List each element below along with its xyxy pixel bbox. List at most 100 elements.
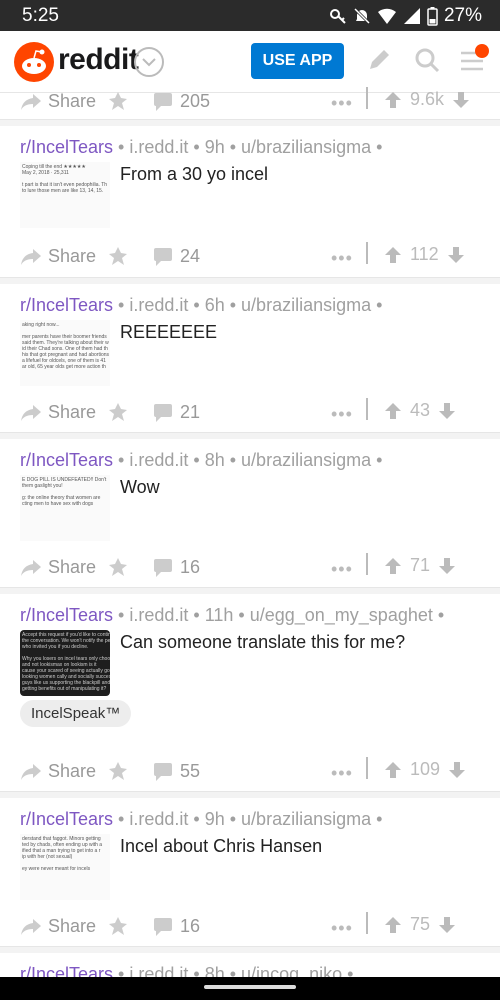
post-title[interactable]: From a 30 yo incel	[120, 164, 268, 185]
upvote-icon[interactable]	[384, 402, 402, 420]
share-label: Share	[48, 91, 97, 111]
post-title[interactable]: Can someone translate this for me?	[120, 632, 405, 653]
post-card[interactable]: r/IncelTears • i.redd.it • 11h • u/egg_o…	[0, 594, 500, 792]
divider	[366, 87, 368, 109]
downvote-icon[interactable]	[452, 91, 470, 109]
award-button[interactable]	[108, 246, 128, 266]
upvote-icon[interactable]	[384, 91, 402, 109]
divider	[366, 912, 368, 934]
vpn-key-icon	[329, 9, 346, 24]
comments-button[interactable]: 16	[152, 557, 200, 578]
search-icon[interactable]	[414, 47, 440, 73]
comments-button[interactable]: 24	[152, 246, 200, 267]
post-thumbnail[interactable]: derstand that faggot. Minors getting ted…	[20, 834, 110, 900]
comment-icon	[154, 92, 172, 111]
award-button[interactable]	[108, 761, 128, 781]
notification-dot	[475, 44, 489, 58]
post-domain[interactable]: i.redd.it	[129, 450, 188, 470]
comment-count: 24	[180, 246, 201, 266]
comments-button[interactable]: 205	[152, 91, 210, 112]
pencil-icon[interactable]	[366, 47, 392, 73]
reddit-wordmark[interactable]: reddit	[58, 43, 139, 77]
action-row: Share 24 ••• 112	[0, 242, 500, 274]
award-button[interactable]	[108, 557, 128, 577]
vote-control: 112	[384, 244, 465, 265]
post-author[interactable]: u/braziliansigma	[241, 137, 371, 157]
post-age: 9h	[204, 137, 225, 157]
subreddit-link[interactable]: r/IncelTears	[20, 809, 113, 829]
post-thumbnail[interactable]: E DOG PILL IS UNDEFEATED!! Don't them ga…	[20, 475, 110, 541]
award-icon	[109, 92, 127, 110]
post-card[interactable]: r/IncelTears • i.redd.it • 9h • u/brazil…	[0, 126, 500, 278]
share-button[interactable]: Share	[20, 916, 96, 937]
downvote-icon[interactable]	[438, 916, 456, 934]
more-icon[interactable]: •••	[331, 93, 353, 114]
comment-count: 55	[180, 761, 201, 781]
comment-icon	[154, 917, 172, 936]
vote-count: 75	[410, 914, 431, 934]
downvote-icon[interactable]	[438, 557, 456, 575]
comment-count: 16	[180, 916, 201, 936]
downvote-icon[interactable]	[447, 246, 465, 264]
post-flair[interactable]: IncelSpeak™	[20, 700, 132, 727]
comment-count: 16	[180, 557, 201, 577]
post-domain[interactable]: i.redd.it	[129, 809, 188, 829]
subreddit-link[interactable]: r/IncelTears	[20, 605, 113, 625]
more-icon[interactable]: •••	[331, 404, 353, 425]
post-thumbnail[interactable]: aking right now... mer parents have thei…	[20, 320, 110, 386]
award-icon	[109, 558, 127, 576]
post-author[interactable]: u/egg_on_my_spaghet	[250, 605, 433, 625]
vote-control: 71	[384, 555, 456, 576]
more-icon[interactable]: •••	[331, 559, 353, 580]
post-author[interactable]: u/braziliansigma	[241, 809, 371, 829]
award-button[interactable]	[108, 402, 128, 422]
more-icon[interactable]: •••	[331, 918, 353, 939]
post-title[interactable]: Wow	[120, 477, 160, 498]
share-button[interactable]: Share	[20, 91, 96, 112]
downvote-icon[interactable]	[448, 761, 466, 779]
share-button[interactable]: Share	[20, 402, 96, 423]
reddit-logo-icon[interactable]	[14, 42, 54, 82]
upvote-icon[interactable]	[384, 557, 402, 575]
post-title[interactable]: REEEEEEE	[120, 322, 217, 343]
comment-count: 21	[180, 402, 201, 422]
post-domain[interactable]: i.redd.it	[129, 605, 188, 625]
comments-button[interactable]: 16	[152, 916, 200, 937]
battery-icon	[427, 6, 438, 26]
post-title[interactable]: Incel about Chris Hansen	[120, 836, 322, 857]
upvote-icon[interactable]	[384, 246, 402, 264]
share-button[interactable]: Share	[20, 557, 96, 578]
upvote-icon[interactable]	[384, 761, 402, 779]
share-button[interactable]: Share	[20, 246, 96, 267]
post-card[interactable]: r/IncelTears • i.redd.it • 9h • u/brazil…	[0, 798, 500, 947]
post-thumbnail[interactable]: Accept this request if you'd like to con…	[20, 630, 110, 696]
post-domain[interactable]: i.redd.it	[129, 295, 188, 315]
use-app-button[interactable]: USE APP	[251, 43, 344, 79]
post-card[interactable]: r/IncelTears • i.redd.it • 8h • u/brazil…	[0, 439, 500, 588]
award-button[interactable]	[108, 91, 128, 111]
post-age: 8h	[204, 450, 225, 470]
share-button[interactable]: Share	[20, 761, 96, 782]
chevron-down-icon[interactable]	[134, 47, 164, 77]
status-time: 5:25	[22, 5, 59, 26]
post-thumbnail[interactable]: Coping till the end ★★★★★ May 2, 2018 · …	[20, 162, 110, 228]
share-label: Share	[48, 557, 97, 577]
post-author[interactable]: u/braziliansigma	[241, 295, 371, 315]
wifi-icon	[377, 8, 396, 24]
more-icon[interactable]: •••	[331, 248, 353, 269]
subreddit-link[interactable]: r/IncelTears	[20, 295, 113, 315]
more-icon[interactable]: •••	[331, 763, 353, 784]
downvote-icon[interactable]	[438, 402, 456, 420]
post-author[interactable]: u/braziliansigma	[241, 450, 371, 470]
share-label: Share	[48, 761, 97, 781]
comments-button[interactable]: 21	[152, 402, 200, 423]
award-button[interactable]	[108, 916, 128, 936]
comments-button[interactable]: 55	[152, 761, 200, 782]
post-card-partial: Share 205 ••• 9.6k	[0, 87, 500, 120]
post-domain[interactable]: i.redd.it	[129, 137, 188, 157]
subreddit-link[interactable]: r/IncelTears	[20, 137, 113, 157]
upvote-icon[interactable]	[384, 916, 402, 934]
subreddit-link[interactable]: r/IncelTears	[20, 450, 113, 470]
home-gesture-pill[interactable]	[204, 985, 296, 989]
post-card[interactable]: r/IncelTears • i.redd.it • 6h • u/brazil…	[0, 284, 500, 433]
